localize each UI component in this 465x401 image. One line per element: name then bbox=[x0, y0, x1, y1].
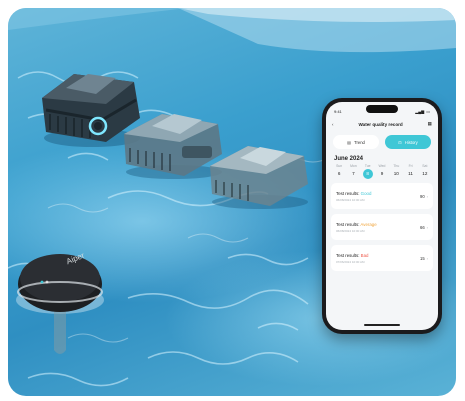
record-list: Test results: Good 06/08/2024 10:00 AM 9… bbox=[326, 179, 438, 275]
chevron-right-icon: › bbox=[426, 193, 428, 199]
history-icon: ⊡ bbox=[398, 139, 402, 145]
tab-history[interactable]: ⊡ History bbox=[385, 135, 431, 149]
record-date: 06/08/2024 10:00 AM bbox=[336, 197, 365, 202]
chart-icon: ▤ bbox=[347, 139, 352, 145]
day-cell[interactable]: 12 bbox=[418, 168, 432, 179]
tab-history-label: History bbox=[404, 139, 418, 145]
calendar-icon[interactable]: ▦ bbox=[428, 121, 432, 127]
pool-robot-clear bbox=[210, 146, 308, 209]
selected-day: 8 bbox=[362, 168, 373, 179]
battery-icon: ▭ bbox=[426, 108, 430, 114]
week-days: 6 7 8 9 10 11 12 bbox=[326, 168, 438, 179]
tab-bar: ▤ Trend ⊡ History bbox=[326, 131, 438, 153]
water-sensor: Aiper bbox=[14, 232, 106, 362]
day-cell[interactable]: 6 bbox=[332, 168, 346, 179]
nav-title: Water quality record bbox=[358, 121, 403, 127]
record-value: 66 bbox=[419, 224, 425, 230]
record-card[interactable]: Test results: Average 06/08/2024 10:00 A… bbox=[331, 214, 433, 240]
signal-icon: ▂▄▆ bbox=[415, 108, 425, 114]
day-cell[interactable]: 7 bbox=[346, 168, 360, 179]
day-cell[interactable]: 9 bbox=[375, 168, 389, 179]
tab-trend[interactable]: ▤ Trend bbox=[333, 135, 379, 149]
record-prefix: Test results: bbox=[336, 252, 361, 258]
record-prefix: Test results: bbox=[336, 190, 361, 196]
record-value: 90 bbox=[419, 193, 425, 199]
status-time: 9:41 bbox=[334, 108, 342, 114]
day-cell[interactable]: 11 bbox=[403, 168, 417, 179]
day-cell-selected[interactable]: 8 bbox=[361, 168, 375, 179]
day-cell[interactable]: 10 bbox=[389, 168, 403, 179]
phone-notch bbox=[366, 105, 398, 113]
record-status: Bad bbox=[360, 252, 369, 258]
phone-mockup: 9:41 ▂▄▆ ▭ ‹ Water quality record ▦ ▤ Tr… bbox=[322, 98, 442, 334]
phone-screen: 9:41 ▂▄▆ ▭ ‹ Water quality record ▦ ▤ Tr… bbox=[326, 102, 438, 330]
record-status: Good bbox=[360, 190, 372, 196]
product-photo: Aiper 9:41 ▂▄▆ ▭ ‹ Water quality record … bbox=[8, 8, 456, 396]
month-label: June 2024 bbox=[334, 156, 364, 162]
record-title: Test results: Bad bbox=[336, 253, 368, 258]
back-icon[interactable]: ‹ bbox=[332, 122, 334, 127]
record-prefix: Test results: bbox=[336, 221, 361, 227]
record-title: Test results: Good bbox=[336, 191, 371, 196]
home-indicator bbox=[364, 323, 400, 326]
record-card[interactable]: Test results: Good 06/08/2024 10:00 AM 9… bbox=[331, 183, 433, 209]
nav-bar: ‹ Water quality record ▦ bbox=[326, 117, 438, 131]
chevron-right-icon: › bbox=[426, 224, 428, 230]
record-date: 07/06/2024 10:00 AM bbox=[336, 259, 365, 264]
record-card[interactable]: Test results: Bad 07/06/2024 10:00 AM 15… bbox=[331, 245, 433, 271]
tab-trend-label: Trend bbox=[354, 139, 365, 145]
record-status: Average bbox=[360, 221, 377, 227]
record-title: Test results: Average bbox=[336, 222, 377, 227]
record-value: 15 bbox=[419, 255, 425, 261]
record-date: 06/08/2024 10:00 AM bbox=[336, 228, 365, 233]
chevron-right-icon: › bbox=[426, 255, 428, 261]
